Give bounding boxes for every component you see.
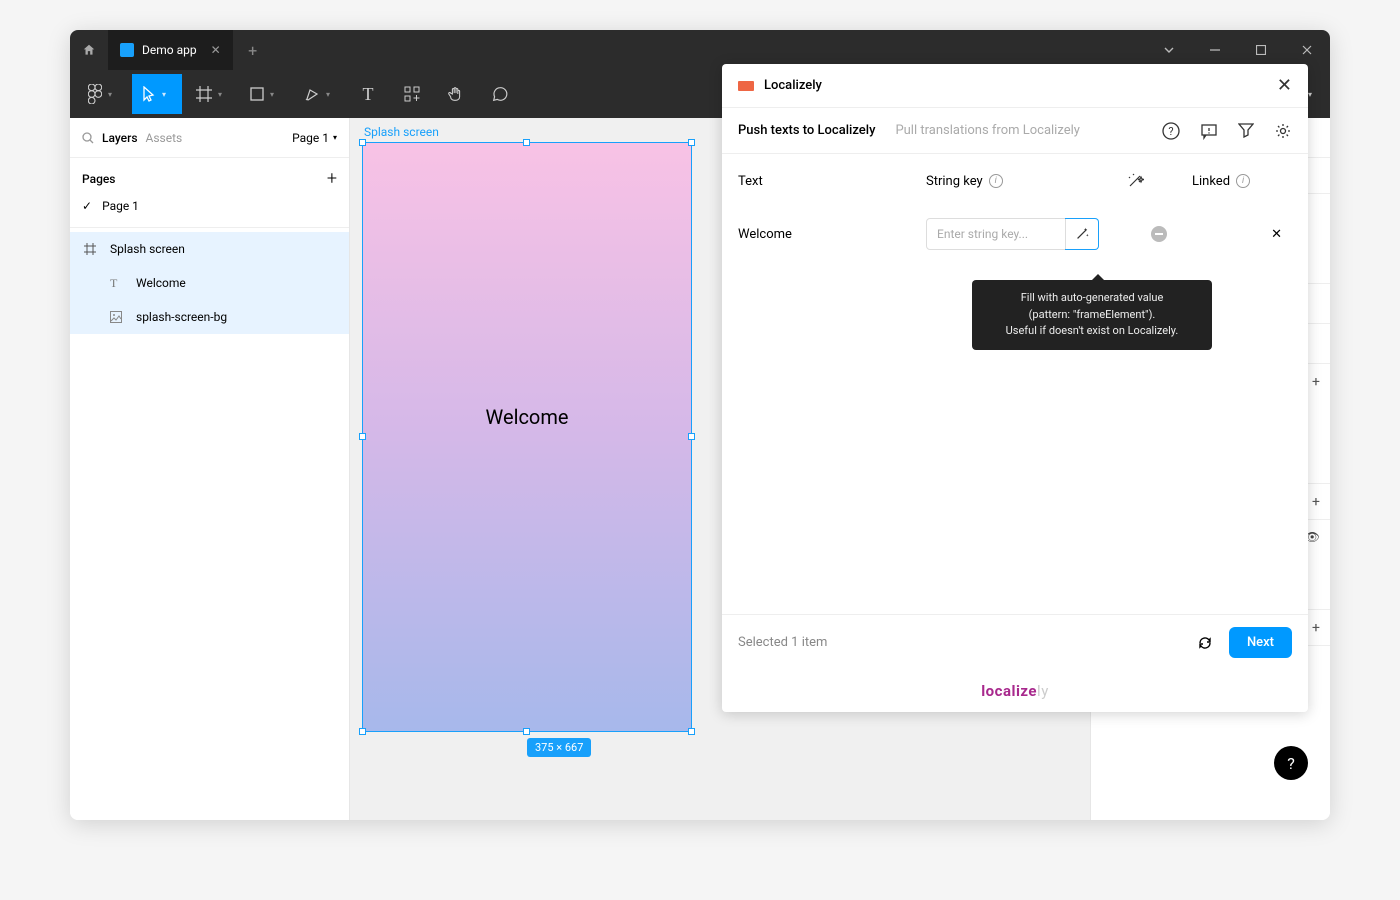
refresh-button[interactable] (1197, 635, 1213, 651)
selection-count: Selected 1 item (738, 635, 827, 650)
col-key: String key (926, 174, 983, 189)
col-text: Text (738, 174, 926, 189)
frame-icon (196, 86, 212, 102)
layer-image[interactable]: splash-screen-bg (70, 300, 349, 334)
home-icon (82, 43, 96, 57)
figma-menu[interactable]: ▾ (78, 74, 128, 114)
rectangle-icon (250, 87, 264, 101)
plugin-title: Localizely (764, 78, 1267, 93)
text-tool[interactable]: T (348, 74, 388, 114)
assets-tab[interactable]: Assets (146, 131, 183, 145)
resize-handle[interactable] (688, 433, 695, 440)
shape-tool[interactable]: ▾ (240, 74, 290, 114)
close-icon (1302, 45, 1312, 55)
row-remove-button[interactable]: ✕ (1271, 227, 1282, 242)
minimize-icon (1210, 45, 1220, 55)
pull-tab[interactable]: Pull translations from Localizely (895, 123, 1079, 138)
pen-icon (304, 86, 320, 102)
tab-title: Demo app (142, 43, 197, 57)
move-tool[interactable]: ▾ (132, 74, 182, 114)
resize-handle[interactable] (688, 139, 695, 146)
layer-frame[interactable]: Splash screen (70, 232, 349, 266)
layers-tab[interactable]: Layers (102, 131, 138, 145)
hand-tool[interactable] (436, 74, 476, 114)
col-linked: Linked (1192, 174, 1230, 189)
filter-icon[interactable] (1238, 122, 1254, 140)
new-tab-button[interactable]: + (233, 41, 273, 60)
resources-icon (404, 86, 420, 102)
dimension-badge: 375 × 667 (527, 738, 591, 757)
autofill-tooltip: Fill with auto-generated value (pattern:… (972, 280, 1212, 350)
help-icon[interactable]: ? (1162, 122, 1180, 140)
wand-icon (1074, 226, 1090, 242)
info-icon[interactable]: i (1236, 174, 1250, 188)
page-selector[interactable]: Page 1▾ (292, 131, 337, 145)
comment-icon (491, 85, 509, 103)
page-item[interactable]: ✓ Page 1 (70, 193, 349, 223)
cursor-icon (142, 86, 156, 102)
localizely-plugin: Localizely ✕ Push texts to Localizely Pu… (722, 64, 1308, 712)
localizely-brand: localizely (722, 670, 1308, 712)
maximize-icon (1256, 45, 1266, 55)
chevron-down-icon (1164, 47, 1174, 53)
selected-frame[interactable]: Welcome (362, 142, 692, 732)
linked-status (1151, 226, 1167, 242)
resize-handle[interactable] (523, 139, 530, 146)
text-icon: T (110, 276, 126, 291)
pages-header: Pages (82, 172, 115, 186)
feedback-icon[interactable] (1200, 122, 1218, 140)
settings-icon[interactable] (1274, 122, 1292, 140)
frame-tool[interactable]: ▾ (186, 74, 236, 114)
tab-close-icon[interactable]: ✕ (211, 43, 221, 57)
row-text: Welcome (738, 227, 926, 242)
layer-text[interactable]: T Welcome (70, 266, 349, 300)
layers-panel: Layers Assets Page 1▾ Pages + ✓ Page 1 S… (70, 118, 350, 820)
home-button[interactable] (70, 30, 108, 70)
document-tab[interactable]: Demo app ✕ (108, 30, 233, 70)
resize-handle[interactable] (359, 433, 366, 440)
app-window: Demo app ✕ + ▾ ▾ ▾ ▾ ▾ T (70, 30, 1330, 820)
magic-icon[interactable] (1126, 172, 1192, 190)
figma-logo-icon (88, 84, 102, 104)
svg-text:?: ? (1168, 125, 1173, 138)
pen-tool[interactable]: ▾ (294, 74, 344, 114)
hand-icon (447, 85, 465, 103)
string-key-input[interactable] (926, 218, 1066, 250)
text-icon: T (363, 84, 374, 105)
text-row: Welcome ✕ (738, 218, 1292, 250)
search-icon[interactable] (82, 132, 94, 144)
plugin-close-button[interactable]: ✕ (1277, 75, 1292, 96)
push-tab[interactable]: Push texts to Localizely (738, 123, 875, 138)
frame-icon (84, 243, 100, 255)
next-button[interactable]: Next (1229, 627, 1292, 658)
image-icon (110, 311, 126, 323)
resize-handle[interactable] (688, 728, 695, 735)
frame-label[interactable]: Splash screen (364, 125, 439, 139)
figma-file-icon (120, 43, 134, 57)
resize-handle[interactable] (523, 728, 530, 735)
comment-tool[interactable] (480, 74, 520, 114)
add-page-button[interactable]: + (327, 168, 337, 189)
resources-tool[interactable] (392, 74, 432, 114)
resize-handle[interactable] (359, 728, 366, 735)
resize-handle[interactable] (359, 139, 366, 146)
localizely-logo-icon (738, 81, 754, 91)
frame-text: Welcome (363, 405, 691, 429)
autofill-button[interactable] (1065, 218, 1099, 250)
info-icon[interactable]: i (989, 174, 1003, 188)
help-fab[interactable]: ? (1274, 746, 1308, 780)
check-icon: ✓ (82, 199, 92, 213)
